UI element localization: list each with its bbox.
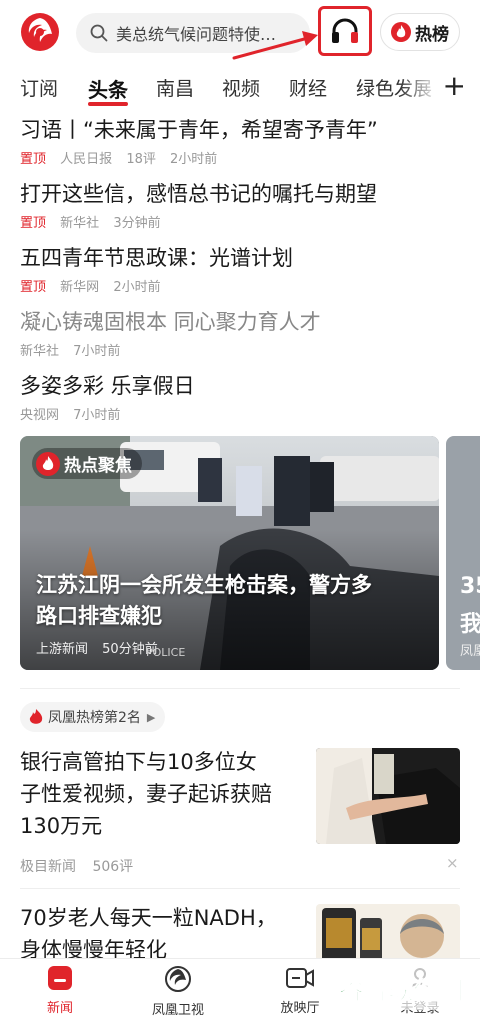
news-meta: 央视网 7小时前 xyxy=(20,404,460,423)
news-item[interactable]: 凝心铸魂固根本 同心聚力育人才 新华社 7小时前 xyxy=(20,308,460,359)
site-watermark: 谷普软件园 xyxy=(333,968,470,1010)
tab-nanchang[interactable]: 南昌 xyxy=(156,74,194,101)
article-source: 极目新闻 xyxy=(20,859,76,875)
next-card-source: 凤凰 xyxy=(460,644,480,659)
news-title: 凝心铸魂固根本 同心聚力育人才 xyxy=(20,310,321,334)
next-card-peek[interactable]: 35 我 凤凰 xyxy=(446,436,480,670)
news-source: 央视网 xyxy=(20,408,60,423)
news-comments: 18评 xyxy=(126,152,156,167)
news-meta: 置顶 新华社 3分钟前 xyxy=(20,212,460,231)
news-title: 习语丨“未来属于青年，希望寄予青年” xyxy=(20,118,378,142)
pinned-badge: 置顶 xyxy=(20,280,47,295)
nav-label: 新闻 xyxy=(46,1001,73,1016)
top-header: 美总统气候问题特使… 热榜 xyxy=(0,0,480,66)
hot-topic-card[interactable]: 热点聚焦 江苏江阴一会所发生枪击案，警方多 路口排查嫌犯 上游新闻 50分钟前 … xyxy=(20,436,439,670)
article-title-line: 130万元 xyxy=(20,814,103,838)
flame-icon xyxy=(29,709,43,724)
news-time: 3分钟前 xyxy=(113,216,161,231)
nav-news[interactable]: 新闻 xyxy=(10,965,110,1016)
article-title[interactable]: 70岁老人每天一粒NADH， 身体慢慢年轻化 xyxy=(20,902,304,966)
article-thumbnail-image xyxy=(316,904,460,962)
news-source: 新华社 xyxy=(20,344,60,359)
tab-finance[interactable]: 财经 xyxy=(289,74,327,101)
article-title-line: 子性爱视频，妻子起诉获赔 xyxy=(20,782,272,806)
article-title-line: 70岁老人每天一粒NADH， xyxy=(20,906,277,930)
pinned-badge: 置顶 xyxy=(20,216,47,231)
news-time: 2小时前 xyxy=(113,280,161,295)
news-title: 打开这些信，感悟总书记的嘱托与期望 xyxy=(20,182,377,206)
article-comments: 506评 xyxy=(92,859,134,875)
flame-icon xyxy=(36,451,60,476)
card-title-line: 路口排查嫌犯 xyxy=(36,604,162,628)
pinned-badge: 置顶 xyxy=(20,152,47,167)
police-vest-text: POLICE xyxy=(146,646,186,659)
news-icon xyxy=(48,966,72,990)
tab-fade xyxy=(400,66,440,110)
headphones-icon xyxy=(332,18,358,43)
tab-subscribe[interactable]: 订阅 xyxy=(20,74,58,101)
news-source: 新华网 xyxy=(60,280,100,295)
news-source: 新华社 xyxy=(60,216,100,231)
dismiss-close-icon[interactable]: × xyxy=(446,854,459,872)
divider xyxy=(20,688,460,689)
news-meta: 置顶 新华网 2小时前 xyxy=(20,276,460,295)
article-title[interactable]: 银行高管拍下与10多位女 子性爱视频，妻子起诉获赔 130万元 xyxy=(20,746,304,842)
hot-list-button[interactable]: 热榜 xyxy=(380,13,460,51)
news-title: 五四青年节思政课：光谱计划 xyxy=(20,246,293,270)
article-title-line: 银行高管拍下与10多位女 xyxy=(20,750,257,774)
news-time: 7小时前 xyxy=(73,408,121,423)
article-meta: 极目新闻 506评 xyxy=(20,856,145,876)
card-title: 江苏江阴一会所发生枪击案，警方多 路口排查嫌犯 xyxy=(36,570,428,632)
add-channel-button[interactable]: + xyxy=(443,68,466,104)
tab-headlines[interactable]: 头条 xyxy=(88,74,128,103)
video-camera-icon xyxy=(286,968,314,988)
phoenix-tv-icon xyxy=(165,966,191,992)
channel-tabs: 订阅 头条 南昌 视频 财经 绿色发展 + xyxy=(0,66,480,110)
divider xyxy=(20,888,460,889)
chevron-right-icon: ▶ xyxy=(146,710,156,724)
hot-topic-label: 热点聚焦 xyxy=(64,456,132,476)
card-source: 上游新闻 xyxy=(36,642,89,657)
watermark-text: 谷普软件园 xyxy=(338,976,463,1005)
red-arrow-annotation xyxy=(232,31,318,60)
audio-listen-button[interactable] xyxy=(318,6,372,56)
news-source: 人民日报 xyxy=(60,152,113,167)
news-time: 2小时前 xyxy=(170,152,218,167)
news-meta: 置顶 人民日报 18评 2小时前 xyxy=(20,148,460,167)
news-item[interactable]: 打开这些信，感悟总书记的嘱托与期望 置顶 新华社 3分钟前 xyxy=(20,180,460,231)
news-time: 7小时前 xyxy=(73,344,121,359)
news-meta: 新华社 7小时前 xyxy=(20,340,460,359)
article-thumbnail[interactable] xyxy=(316,904,460,962)
nav-label: 凤凰卫视 xyxy=(151,1003,204,1018)
next-card-title: 35 xyxy=(460,574,480,599)
news-item[interactable]: 习语丨“未来属于青年，希望寄予青年” 置顶 人民日报 18评 2小时前 xyxy=(20,116,460,167)
hot-topic-badge: 热点聚焦 xyxy=(32,448,142,479)
ranking-badge[interactable]: 凤凰热榜第2名 ▶ xyxy=(20,702,166,732)
news-title: 多姿多彩 乐享假日 xyxy=(20,374,195,398)
article-thumbnail[interactable] xyxy=(316,748,460,844)
news-item[interactable]: 多姿多彩 乐享假日 央视网 7小时前 xyxy=(20,372,460,423)
flame-icon xyxy=(391,22,411,42)
phoenix-logo-icon[interactable] xyxy=(20,12,60,52)
search-icon xyxy=(90,24,108,42)
card-title-line: 江苏江阴一会所发生枪击案，警方多 xyxy=(36,573,372,597)
tab-video[interactable]: 视频 xyxy=(222,74,260,101)
active-tab-indicator xyxy=(88,102,128,106)
nav-phoenix-tv[interactable]: 凤凰卫视 xyxy=(128,965,228,1018)
news-item[interactable]: 五四青年节思政课：光谱计划 置顶 新华网 2小时前 xyxy=(20,244,460,295)
hot-list-label: 热榜 xyxy=(415,24,449,45)
ranking-label: 凤凰热榜第2名 xyxy=(48,710,141,726)
next-card-title: 我 xyxy=(460,612,480,637)
article-thumbnail-image xyxy=(316,748,460,844)
